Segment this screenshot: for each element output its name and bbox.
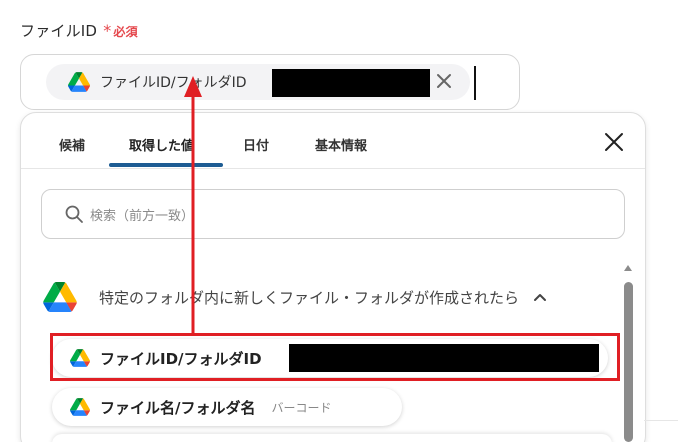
tab-candidates[interactable]: 候補 [59, 135, 85, 154]
search-input[interactable]: 検索（前方一致） [41, 189, 625, 239]
highlight-box [50, 333, 620, 381]
trigger-section-header[interactable]: 特定のフォルダ内に新しくファイル・フォルダが作成されたら [43, 277, 613, 317]
chip-label: ファイルID/フォルダID [100, 75, 247, 91]
tab-basic-info[interactable]: 基本情報 [315, 135, 367, 154]
chevron-up-icon[interactable] [533, 290, 547, 304]
field-label-text: ファイルID [20, 22, 98, 40]
text-cursor [474, 66, 476, 100]
section-title: 特定のフォルダ内に新しくファイル・フォルダが作成されたら [99, 288, 520, 307]
redacted-value [272, 69, 430, 97]
google-drive-icon [70, 398, 90, 416]
required-star: * [103, 21, 112, 40]
tab-date[interactable]: 日付 [243, 135, 269, 154]
remove-chip-icon[interactable] [434, 71, 454, 91]
google-drive-icon [68, 72, 90, 92]
google-drive-icon [43, 282, 77, 312]
selected-value-chip[interactable]: ファイルID/フォルダID [46, 64, 470, 100]
tab-bar: 候補 取得した値 日付 基本情報 [21, 113, 645, 169]
search-icon [65, 205, 83, 223]
item-label: ファイル名/フォルダ名 [100, 398, 256, 417]
divider [644, 420, 678, 421]
list-item[interactable] [52, 434, 612, 442]
scroll-up-arrow-icon[interactable] [623, 263, 633, 273]
item-value: バーコード [271, 400, 332, 415]
scrollbar-thumb[interactable] [624, 282, 633, 442]
active-tab-indicator [109, 163, 223, 167]
search-placeholder: 検索（前方一致） [90, 208, 195, 224]
tab-retrieved-values[interactable]: 取得した値 [129, 135, 194, 154]
field-label: ファイルID * 必須 [20, 20, 138, 41]
required-text: 必須 [113, 25, 138, 39]
list-item-file-name[interactable]: ファイル名/フォルダ名 バーコード [52, 388, 402, 426]
close-icon[interactable] [603, 131, 625, 153]
